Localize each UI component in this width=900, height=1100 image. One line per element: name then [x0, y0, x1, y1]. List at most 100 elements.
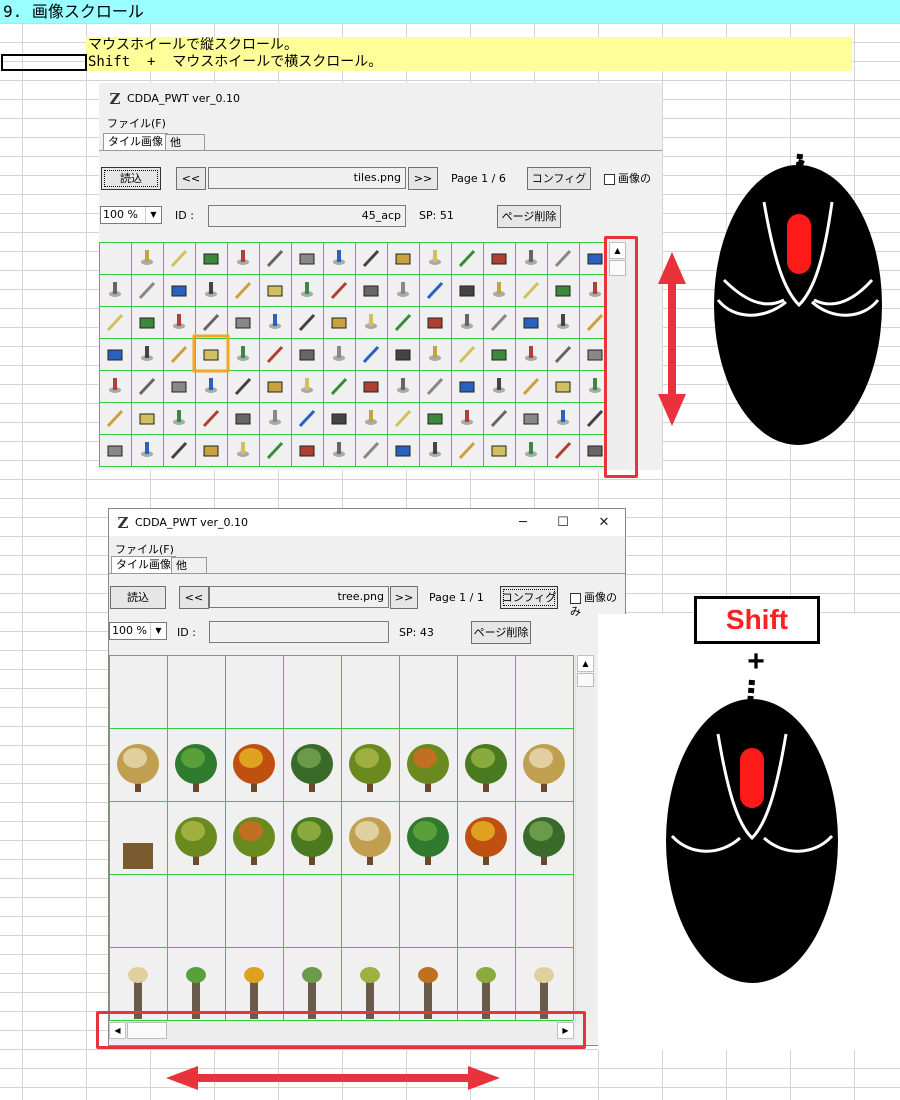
config-button[interactable]: コンフィグ [500, 586, 558, 609]
tile-sprite[interactable] [429, 442, 441, 457]
tile-sprite[interactable] [394, 409, 412, 428]
tile-sprite[interactable] [301, 282, 313, 297]
delete-page-button[interactable]: ページ削除 [497, 205, 561, 228]
tile-sprite[interactable] [331, 317, 347, 329]
tile-sprite[interactable] [522, 377, 540, 396]
tile-sprite[interactable] [427, 317, 443, 329]
tile-sprite[interactable] [109, 282, 121, 297]
tile-sprite[interactable] [395, 253, 411, 265]
tree-sprite[interactable] [117, 744, 159, 792]
tile-sprite[interactable] [170, 249, 188, 268]
tile-sprite[interactable] [266, 345, 284, 364]
tree-tile-canvas[interactable] [109, 655, 575, 1023]
tree-sprite[interactable] [175, 817, 217, 865]
tree-sprite[interactable] [291, 744, 333, 792]
tile-sprite[interactable] [237, 250, 249, 265]
tile-sprite[interactable] [171, 381, 187, 393]
scroll-up-icon[interactable]: ▲ [577, 655, 594, 672]
tile-sprite[interactable] [525, 250, 537, 265]
tree-sprite[interactable] [291, 817, 333, 865]
load-button[interactable]: 読込 [101, 167, 161, 190]
chevron-down-icon[interactable]: ▼ [145, 207, 161, 223]
close-icon[interactable]: ✕ [593, 513, 615, 533]
tree-sprite[interactable] [465, 817, 507, 865]
tile-sprite[interactable] [106, 313, 124, 332]
menu-file[interactable]: ファイル(F) [107, 115, 166, 131]
tile-sprite[interactable] [170, 345, 188, 364]
tile-sprite[interactable] [429, 250, 441, 265]
tile-sprite[interactable] [234, 377, 252, 396]
tile-sprite[interactable] [298, 313, 316, 332]
tab-tile-image[interactable]: タイル画像 [103, 133, 168, 150]
checkbox-box[interactable] [604, 173, 615, 185]
prev-page-button[interactable]: << [179, 586, 209, 609]
tree-sprite[interactable] [523, 817, 565, 865]
tile-sprite[interactable] [587, 445, 603, 457]
tile-sprite[interactable] [458, 249, 476, 268]
tile-sprite[interactable] [365, 410, 377, 425]
image-only-checkbox[interactable]: 画像の [604, 172, 651, 186]
load-button[interactable]: 読込 [110, 586, 166, 609]
tile-sprite[interactable] [234, 281, 252, 300]
tile-sprite[interactable] [586, 313, 604, 332]
tile-sprite[interactable] [266, 249, 284, 268]
tile-sprite[interactable] [139, 413, 155, 425]
tab-other[interactable]: 他 [171, 557, 207, 574]
tile-sprite[interactable] [141, 346, 153, 361]
tile-sprite[interactable] [139, 317, 155, 329]
tile-sprite[interactable] [395, 445, 411, 457]
tile-sprite[interactable] [523, 317, 539, 329]
tile-sprite[interactable] [587, 253, 603, 265]
tile-sprite[interactable] [235, 317, 251, 329]
tile-sprite[interactable] [458, 345, 476, 364]
tile-sprite[interactable] [555, 381, 571, 393]
tile-sprite[interactable] [394, 313, 412, 332]
tab-tile-image[interactable]: タイル画像 [111, 556, 176, 573]
tile-sprite[interactable] [235, 413, 251, 425]
tile-sprite[interactable] [362, 249, 380, 268]
scroll-thumb[interactable] [577, 673, 594, 687]
tile-sprite[interactable] [331, 413, 347, 425]
tree-sprite[interactable] [349, 744, 391, 792]
tile-sprite[interactable] [267, 381, 283, 393]
next-page-button[interactable]: >> [390, 586, 418, 609]
tile-sprite[interactable] [523, 413, 539, 425]
tab-other[interactable]: 他 [165, 134, 205, 151]
delete-page-button[interactable]: ページ削除 [471, 621, 531, 644]
tile-sprite[interactable] [205, 378, 217, 393]
tile-sprite[interactable] [237, 346, 249, 361]
tile-canvas[interactable] [99, 242, 604, 468]
tile-sprite[interactable] [426, 281, 444, 300]
tile-sprite[interactable] [202, 313, 220, 332]
tile-sprite[interactable] [333, 250, 345, 265]
tile-sprite[interactable] [365, 314, 377, 329]
tile-sprite[interactable] [459, 285, 475, 297]
tree-sprite[interactable] [407, 744, 449, 792]
tile-sprite[interactable] [395, 349, 411, 361]
tile-sprite[interactable] [491, 445, 507, 457]
tree-sprite[interactable] [407, 817, 449, 865]
id-field[interactable] [209, 621, 389, 643]
tile-sprite[interactable] [106, 409, 124, 428]
tile-sprite[interactable] [330, 281, 348, 300]
minimize-icon[interactable]: ─ [512, 513, 534, 533]
tree-sprite[interactable] [465, 744, 507, 792]
tile-sprite[interactable] [205, 282, 217, 297]
tile-grid[interactable] [99, 242, 604, 468]
tile-sprite[interactable] [427, 413, 443, 425]
vertical-scrollbar[interactable]: ▲ [575, 655, 595, 1023]
tree-sprite[interactable] [175, 744, 217, 792]
tile-sprite[interactable] [299, 349, 315, 361]
tile-sprite[interactable] [202, 409, 220, 428]
tile-sprite[interactable] [429, 346, 441, 361]
tile-sprite[interactable] [107, 445, 123, 457]
tile-sprite[interactable] [525, 442, 537, 457]
tree-sprite[interactable] [233, 744, 275, 792]
tile-sprite[interactable] [461, 314, 473, 329]
tile-sprite[interactable] [107, 349, 123, 361]
tile-sprite[interactable] [589, 378, 601, 393]
selected-cell[interactable] [1, 54, 87, 71]
id-field[interactable]: 45_acp [208, 205, 406, 227]
tile-sprite[interactable] [203, 253, 219, 265]
tile-sprite[interactable] [203, 349, 219, 361]
